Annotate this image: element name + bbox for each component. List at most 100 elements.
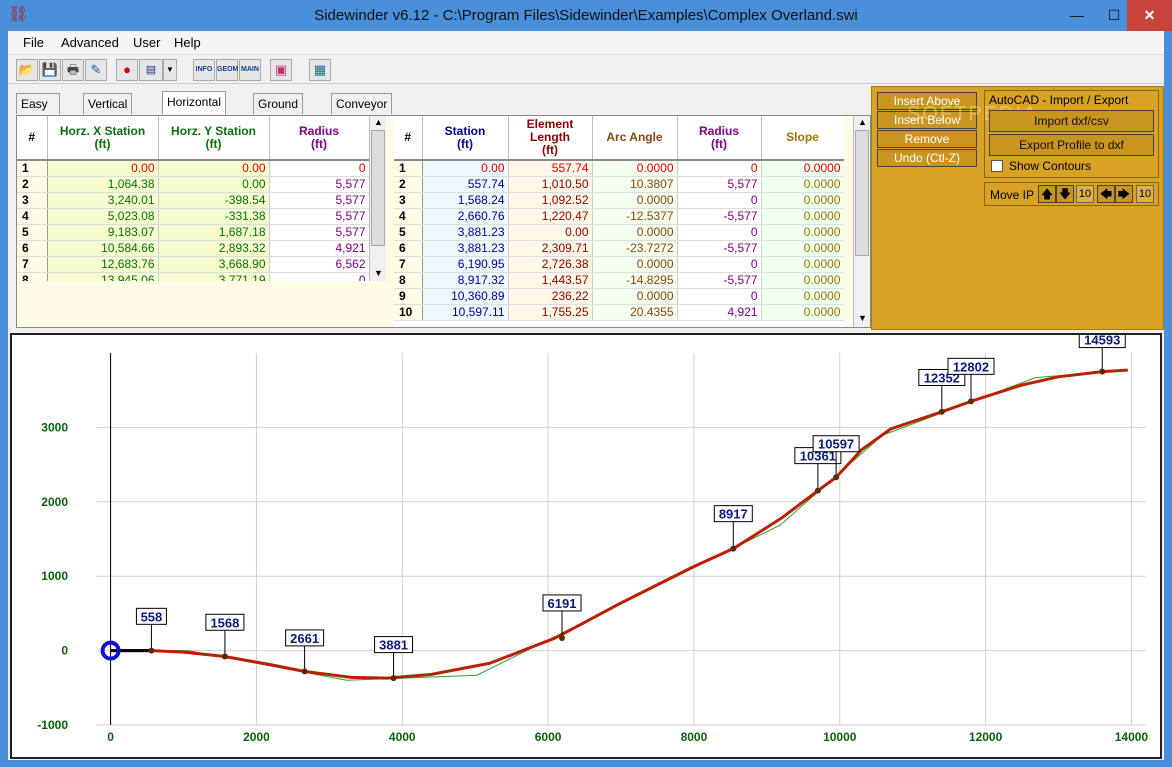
table-cell[interactable]: 0.00	[47, 160, 159, 177]
table-cell[interactable]: 0.0000	[592, 160, 678, 177]
vertical-step-field[interactable]: 10	[1076, 185, 1094, 203]
table-cell[interactable]: 1	[394, 160, 423, 177]
table-cell[interactable]: 0.0000	[761, 208, 844, 225]
table-cell[interactable]: -331.38	[158, 208, 270, 225]
table-cell[interactable]: 20.4355	[592, 304, 678, 321]
table-cell[interactable]: 5,577	[269, 208, 369, 225]
menu-user[interactable]: User	[133, 35, 160, 50]
table-cell[interactable]: 7	[394, 256, 423, 273]
table-cell[interactable]: 6,562	[269, 256, 369, 273]
table-cell[interactable]: 6	[394, 240, 423, 257]
table-row[interactable]: 3 1,568.24 1,092.52 0.0000 0 0.0000	[394, 192, 844, 209]
table-cell[interactable]: 2,726.38	[508, 256, 593, 273]
table-cell[interactable]: 0.0000	[592, 256, 678, 273]
table-row[interactable]: 6 3,881.23 2,309.71 -23.7272 -5,577 0.0000	[394, 240, 844, 257]
table-cell[interactable]: 2,660.76	[422, 208, 509, 225]
remove-button[interactable]: Remove	[877, 130, 977, 148]
table-cell[interactable]: 0.0000	[761, 192, 844, 209]
table-row[interactable]: 4 2,660.76 1,220.47 -12.5377 -5,577 0.0000	[394, 208, 844, 225]
table-cell[interactable]: 9	[394, 288, 423, 305]
table-cell[interactable]: 0	[677, 224, 762, 241]
table-cell[interactable]: 5,577	[269, 176, 369, 193]
save-icon[interactable]: 💾	[39, 59, 61, 81]
tab-vertical-profile[interactable]: Vertical Profile	[83, 93, 133, 131]
table-row[interactable]: 3 3,240.01 -398.54 5,577	[17, 192, 369, 209]
table-cell[interactable]: 1,220.47	[508, 208, 593, 225]
table-row[interactable]: 5 9,183.07 1,687.18 5,577	[17, 224, 369, 241]
move-right-icon[interactable]: 🡆	[1115, 185, 1133, 203]
table-cell[interactable]: 4	[394, 208, 423, 225]
calculator-icon[interactable]: ▦	[309, 59, 331, 81]
horizontal-step-field[interactable]: 10	[1136, 185, 1154, 203]
table-cell[interactable]: 5	[17, 224, 48, 241]
table-row[interactable]: 7 6,190.95 2,726.38 0.0000 0 0.0000	[394, 256, 844, 273]
open-icon[interactable]: 📂	[16, 59, 38, 81]
right-table-scrollbar[interactable]: ▲ ▼	[853, 116, 870, 327]
move-down-icon[interactable]: 🡇	[1056, 185, 1074, 203]
table-row[interactable]: 8 8,917.32 1,443.57 -14.8295 -5,577 0.0000	[394, 272, 844, 289]
table-cell[interactable]: 10,597.11	[422, 304, 509, 321]
table-cell[interactable]: 5	[394, 224, 423, 241]
table-cell[interactable]: 0.0000	[761, 272, 844, 289]
table-cell[interactable]: 0.0000	[761, 160, 844, 177]
table-cell[interactable]: 557.74	[508, 160, 593, 177]
table-row[interactable]: 10 10,597.11 1,755.25 20.4355 4,921 0.0000	[394, 304, 844, 321]
table-cell[interactable]: 0	[677, 256, 762, 273]
table-cell[interactable]: 3,881.23	[422, 240, 509, 257]
table-cell[interactable]: 7	[17, 256, 48, 273]
table-cell[interactable]: 0.00	[158, 176, 270, 193]
table-cell[interactable]: -23.7272	[592, 240, 678, 257]
table-cell[interactable]: 0.0000	[761, 256, 844, 273]
table-row[interactable]: 9 10,360.89 236.22 0.0000 0 0.0000	[394, 288, 844, 305]
table-cell[interactable]: 4,921	[269, 240, 369, 257]
table-cell[interactable]: 0.00	[508, 224, 593, 241]
table-cell[interactable]: 4,921	[677, 304, 762, 321]
table-cell[interactable]: 0.0000	[592, 288, 678, 305]
table-cell[interactable]: -398.54	[158, 192, 270, 209]
info-icon[interactable]: INFO	[193, 59, 215, 81]
table-cell[interactable]: 0	[677, 192, 762, 209]
table-cell[interactable]: 0	[269, 272, 369, 281]
table-cell[interactable]: 557.74	[422, 176, 509, 193]
table-cell[interactable]: 0.0000	[761, 224, 844, 241]
table-cell[interactable]: 6,190.95	[422, 256, 509, 273]
table-cell[interactable]: 1,010.50	[508, 176, 593, 193]
table-row[interactable]: 2 1,064.38 0.00 5,577	[17, 176, 369, 193]
tab-horizontal-profile[interactable]: Horizontal Profile	[162, 91, 227, 129]
table-cell[interactable]: -12.5377	[592, 208, 678, 225]
scroll-thumb[interactable]	[371, 130, 385, 246]
close-button[interactable]: ✕	[1127, 0, 1172, 31]
table-cell[interactable]: -14.8295	[592, 272, 678, 289]
table-row[interactable]: 2 557.74 1,010.50 10.3807 5,577 0.0000	[394, 176, 844, 193]
table-cell[interactable]: 5,023.08	[47, 208, 159, 225]
table-cell[interactable]: 0.0000	[592, 192, 678, 209]
table-cell[interactable]: 0.0000	[761, 176, 844, 193]
table-cell[interactable]: 1,443.57	[508, 272, 593, 289]
tab-easy-profile[interactable]: Easy Profile	[16, 93, 61, 131]
table-row[interactable]: 6 10,584.66 2,893.32 4,921	[17, 240, 369, 257]
table-cell[interactable]: -5,577	[677, 272, 762, 289]
edit-icon[interactable]: ✎	[85, 59, 107, 81]
table-cell[interactable]: 5,577	[677, 176, 762, 193]
report-icon[interactable]: ▣	[270, 59, 292, 81]
table-cell[interactable]: 2	[17, 176, 48, 193]
table-cell[interactable]: 3,771.19	[158, 272, 270, 281]
table-cell[interactable]: 3	[394, 192, 423, 209]
table-cell[interactable]: 2,893.32	[158, 240, 270, 257]
table-cell[interactable]: 8	[394, 272, 423, 289]
table-cell[interactable]: 1	[17, 160, 48, 177]
table-cell[interactable]: 0	[677, 288, 762, 305]
menu-advanced[interactable]: Advanced	[61, 35, 119, 50]
export-dxf-button[interactable]: Export Profile to dxf	[989, 134, 1154, 156]
table-cell[interactable]: 1,568.24	[422, 192, 509, 209]
table-row[interactable]: 1 0.00 0.00 0	[17, 160, 369, 177]
table-cell[interactable]: 8	[17, 272, 48, 281]
tab-conveyor-profile[interactable]: Conveyor Profile	[331, 93, 393, 131]
scroll-up-icon[interactable]: ▲	[854, 116, 871, 130]
table-cell[interactable]: 0	[677, 160, 762, 177]
import-dxf-button[interactable]: Import dxf/csv	[989, 110, 1154, 132]
table-cell[interactable]: 10.3807	[592, 176, 678, 193]
table-row[interactable]: 1 0.00 557.74 0.0000 0 0.0000	[394, 160, 844, 177]
scroll-up-icon[interactable]: ▲	[370, 116, 387, 130]
table-cell[interactable]: 0.0000	[761, 288, 844, 305]
